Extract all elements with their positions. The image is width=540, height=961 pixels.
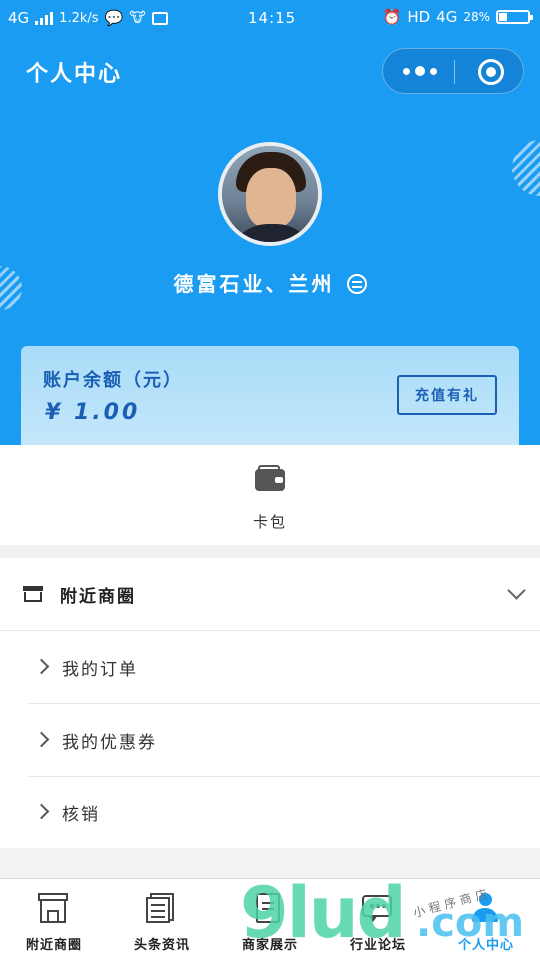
profile-header: 4G 1.2k/s 💬 🐮 14:15 ⏰ HD 4G 28% 个人中心 德富石… <box>0 0 540 445</box>
menu-item-coupons[interactable]: 我的优惠券 <box>28 704 540 777</box>
alarm-icon: ⏰ <box>382 8 402 26</box>
tab-nearby[interactable]: 附近商圈 <box>0 879 108 961</box>
tab-label: 行业论坛 <box>349 938 406 953</box>
tab-news[interactable]: 头条资讯 <box>108 879 216 961</box>
tab-label: 个人中心 <box>457 938 514 953</box>
more-menu-icon[interactable] <box>403 63 437 79</box>
recharge-button[interactable]: 充值有礼 <box>397 375 497 415</box>
tab-label: 附近商圈 <box>25 938 82 953</box>
network-speed: 1.2k/s <box>59 10 99 26</box>
card-pack-entry[interactable]: 卡包 <box>0 445 540 545</box>
tab-showcase[interactable]: 商家展示 <box>216 879 324 961</box>
hd-indicator: HD <box>407 8 431 26</box>
battery-fill <box>499 13 507 21</box>
chevron-right-icon <box>33 658 50 675</box>
clock: 14:15 <box>248 9 297 27</box>
chevron-right-icon <box>33 803 50 820</box>
battery-icon <box>496 10 533 24</box>
tab-bar: 附近商圈 头条资讯 商家展示 行业论坛 个人中心 <box>0 878 540 961</box>
balance-label: 账户余额（元） <box>43 370 183 391</box>
status-right: ⏰ HD 4G 28% <box>382 8 533 26</box>
wallet-icon <box>255 465 285 491</box>
network-type: 4G <box>8 9 30 27</box>
miniprogram-capsule <box>382 48 524 94</box>
close-miniprogram-icon[interactable] <box>478 59 504 85</box>
store-icon <box>38 893 68 923</box>
balance-card: 账户余额（元） ¥ 1.00 充值有礼 <box>21 346 519 445</box>
tab-label: 头条资讯 <box>133 938 190 953</box>
menu-list: 附近商圈 我的订单 我的优惠券 核销 <box>0 558 540 848</box>
menu-section-title: 附近商圈 <box>60 587 136 607</box>
capsule-divider <box>454 60 455 84</box>
wechat-icon: 💬 <box>104 9 124 27</box>
tab-label: 商家展示 <box>241 938 298 953</box>
balance-amount: ¥ 1.00 <box>45 400 141 425</box>
mail-icon <box>151 11 168 25</box>
page-title: 个人中心 <box>26 62 123 87</box>
user-icon <box>470 893 500 923</box>
menu-item-orders[interactable]: 我的订单 <box>28 631 540 704</box>
status-left: 4G 1.2k/s 💬 🐮 <box>8 9 168 27</box>
app-notification-icon: 🐮 <box>129 10 146 26</box>
decor-stripe-right <box>512 140 540 196</box>
tab-profile[interactable]: 个人中心 <box>432 879 540 961</box>
switch-account-icon[interactable] <box>346 274 367 294</box>
news-icon <box>146 893 176 923</box>
shop-icon <box>23 586 43 602</box>
menu-item-label: 我的订单 <box>62 660 138 680</box>
network-type-right: 4G <box>436 8 458 26</box>
user-name: 德富石业、兰州 <box>173 272 335 296</box>
avatar[interactable] <box>218 142 322 246</box>
card-pack-label: 卡包 <box>252 513 287 531</box>
menu-item-label: 核销 <box>62 805 100 825</box>
user-name-row: 德富石业、兰州 <box>0 268 540 297</box>
menu-section-header[interactable]: 附近商圈 <box>0 558 540 631</box>
menu-item-label: 我的优惠券 <box>62 733 157 753</box>
forum-icon <box>362 893 392 923</box>
tab-forum[interactable]: 行业论坛 <box>324 879 432 961</box>
chevron-right-icon <box>33 731 50 748</box>
menu-item-verify[interactable]: 核销 <box>28 776 540 848</box>
status-bar: 4G 1.2k/s 💬 🐮 14:15 ⏰ HD 4G 28% <box>0 0 540 36</box>
showcase-icon <box>254 893 284 923</box>
signal-icon <box>35 11 54 25</box>
battery-percent: 28% <box>463 10 490 24</box>
chevron-down-icon <box>507 581 526 600</box>
